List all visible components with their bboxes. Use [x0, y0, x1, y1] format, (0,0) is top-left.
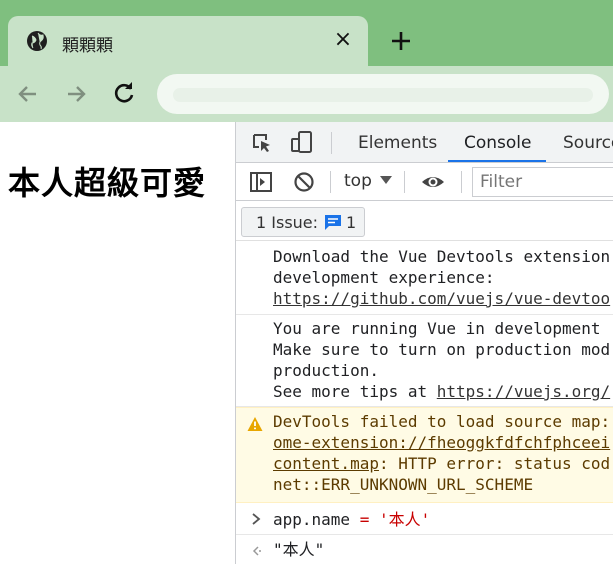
chevron-right-icon [252, 513, 261, 525]
chevron-down-icon[interactable] [380, 176, 392, 184]
close-tab-icon[interactable]: × [331, 28, 355, 52]
toolbar-divider [461, 171, 462, 193]
browser-tab-strip: 顆顆顆 × [0, 0, 613, 66]
address-bar[interactable] [157, 74, 609, 114]
chevron-left-icon [252, 546, 261, 556]
console-warning: DevTools failed to load source map: ome-… [236, 407, 613, 503]
console-filter-input[interactable] [472, 167, 613, 197]
command-operator: = [350, 510, 379, 529]
command-expression: app.name [273, 510, 351, 529]
message-icon [325, 215, 341, 230]
console-command: app.name = '本人' [273, 509, 430, 530]
message-text: Make sure to turn on production mod [273, 340, 611, 359]
tab-console[interactable]: Console [464, 133, 532, 153]
browser-tab[interactable]: 顆顆顆 × [8, 16, 368, 66]
message-link[interactable]: https://github.com/vuejs/vue-devtoo [273, 288, 610, 309]
message-link[interactable]: ome-extension://fheoggkfdfchfphceei [273, 432, 610, 453]
new-tab-icon[interactable] [388, 28, 414, 54]
message-text: You are running Vue in development [273, 319, 601, 338]
toolbar-divider [404, 171, 405, 193]
browser-toolbar [0, 66, 613, 122]
console-toolbar: top [236, 163, 613, 201]
toolbar-divider [330, 171, 331, 193]
message-link[interactable]: https://vuejs.org/ [437, 382, 610, 401]
active-tab-indicator [448, 160, 546, 162]
message-text: See more tips at https://vuejs.org/ [273, 381, 610, 402]
warning-icon [247, 417, 263, 431]
tab-elements[interactable]: Elements [358, 133, 437, 153]
globe-icon [27, 31, 47, 51]
toolbar-divider [331, 132, 332, 154]
message-text: content.map: HTTP error: status cod [273, 453, 610, 474]
issues-label: 1 Issue: [256, 213, 319, 232]
message-text: : HTTP error: status cod [378, 454, 611, 473]
back-arrow-icon[interactable] [14, 80, 42, 108]
tab-title: 顆顆顆 [62, 36, 113, 56]
message-text: See more tips at [273, 382, 437, 401]
devtools-panel: Elements Console Source top 1 Issue: [235, 122, 613, 564]
console-result-entry: "本人" [236, 535, 613, 564]
issues-bar: 1 Issue: 1 [236, 201, 613, 241]
console-message: Download the Vue Devtools extension deve… [236, 243, 613, 315]
command-value: '本人' [378, 510, 431, 529]
console-message: You are running Vue in development Make … [236, 315, 613, 407]
message-text: DevTools failed to load source map: [273, 412, 611, 431]
live-expression-eye-icon[interactable] [421, 170, 445, 194]
page-viewport: 本人超級可愛 [0, 122, 236, 564]
inspect-element-icon[interactable] [250, 131, 274, 155]
console-input-entry: app.name = '本人' [236, 503, 613, 535]
message-text: net::ERR_UNKNOWN_URL_SCHEME [273, 475, 534, 494]
message-link[interactable]: content.map [273, 454, 379, 473]
issues-count: 1 [346, 213, 357, 232]
console-result: "本人" [273, 540, 325, 559]
page-heading: 本人超級可愛 [8, 164, 207, 202]
device-toggle-icon[interactable] [290, 130, 314, 154]
issues-button[interactable]: 1 Issue: 1 [241, 207, 365, 237]
clear-console-icon[interactable] [292, 170, 316, 194]
reload-icon[interactable] [110, 80, 138, 108]
message-text: production. [273, 361, 379, 380]
devtools-tab-bar: Elements Console Source [236, 122, 613, 163]
context-selector[interactable]: top [344, 171, 372, 191]
tab-sources[interactable]: Source [563, 133, 613, 153]
forward-arrow-icon[interactable] [62, 80, 90, 108]
message-text: Download the Vue Devtools extension [273, 247, 611, 266]
sidebar-toggle-icon[interactable] [249, 170, 273, 194]
message-text: development experience: [273, 268, 495, 287]
redacted-url [173, 88, 593, 102]
